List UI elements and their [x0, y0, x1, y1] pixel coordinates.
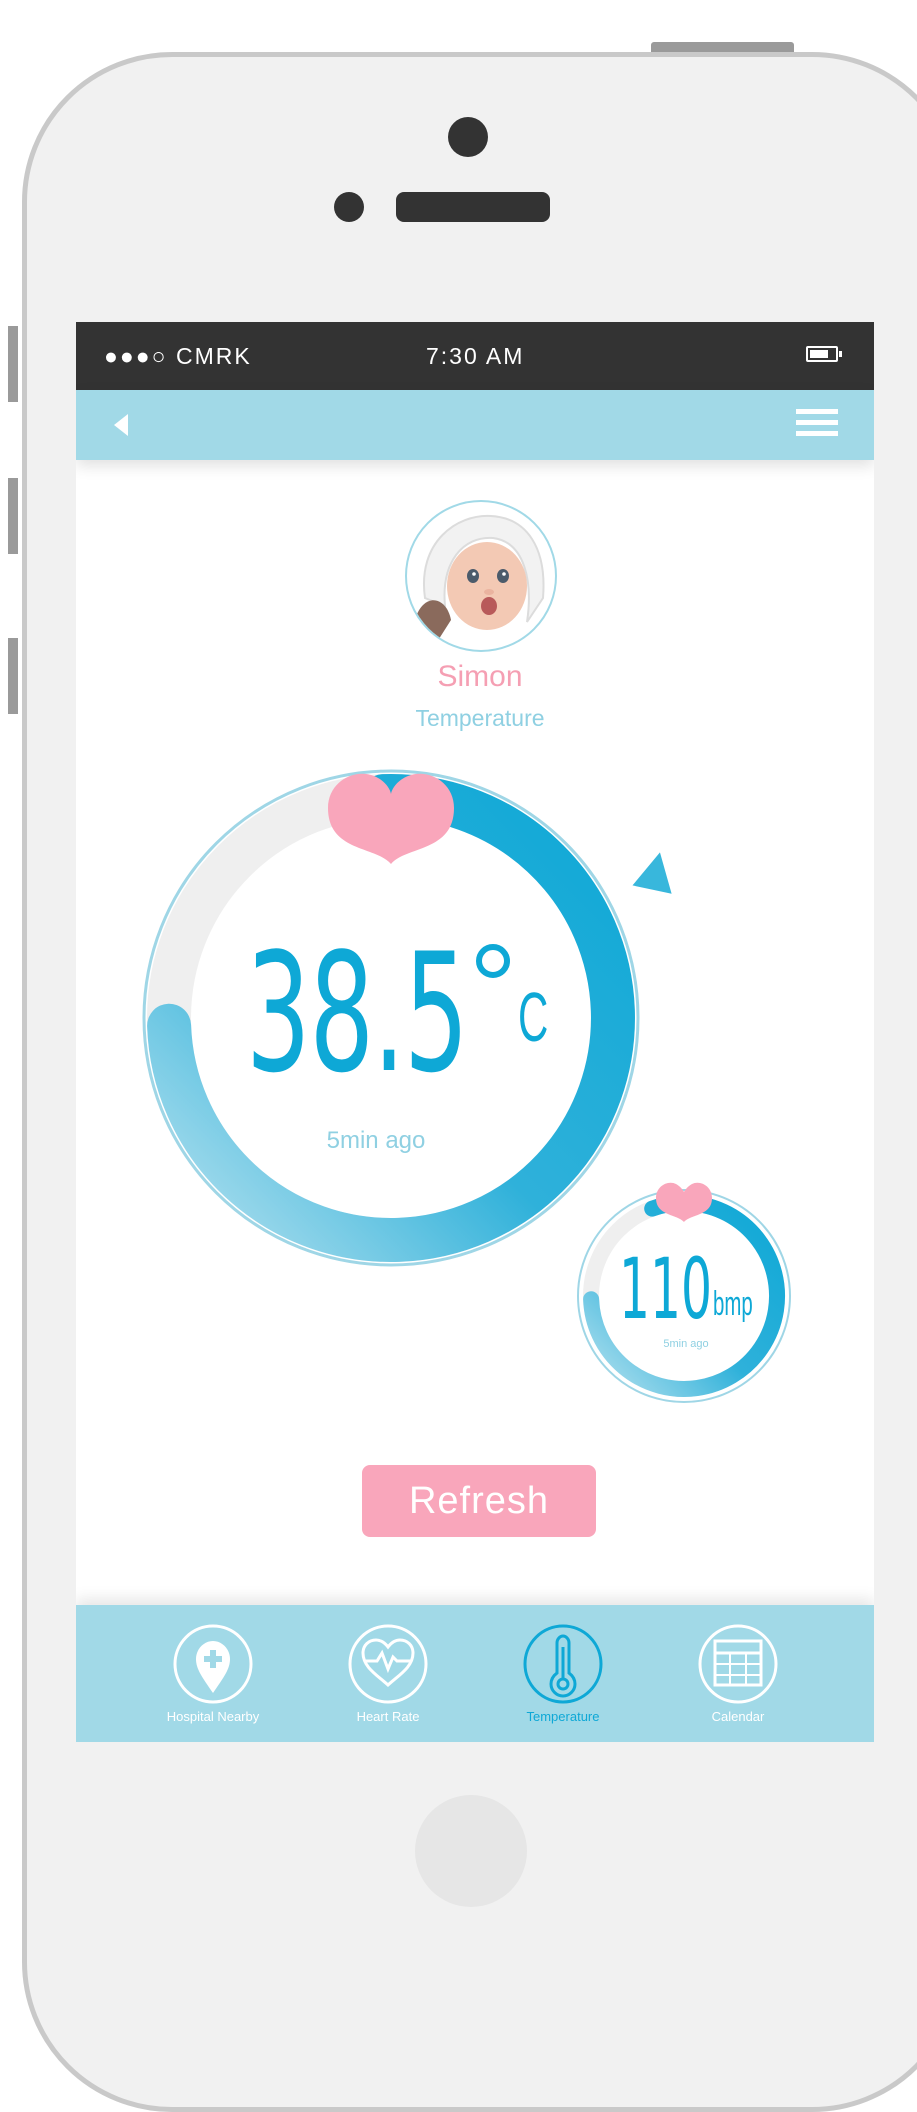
- degree-symbol: [476, 944, 510, 978]
- tab-calendar[interactable]: Calendar: [663, 1623, 813, 1724]
- home-button[interactable]: [415, 1795, 527, 1907]
- battery-icon: [806, 346, 842, 362]
- tab-heart-rate[interactable]: Heart Rate: [313, 1623, 463, 1724]
- proximity-sensor: [334, 192, 364, 222]
- bottom-tab-bar: Hospital Nearby Heart Rate Temperature C…: [76, 1605, 874, 1742]
- calendar-icon: [698, 1624, 778, 1704]
- tab-hospital-nearby[interactable]: Hospital Nearby: [138, 1623, 288, 1724]
- back-arrow-icon[interactable]: [106, 410, 136, 440]
- heart-rate-updated-time: 5min ago: [663, 1338, 709, 1350]
- refresh-button[interactable]: Refresh: [362, 1465, 596, 1537]
- tab-label: Hospital Nearby: [166, 1709, 260, 1724]
- device-top-button: [651, 42, 794, 52]
- baby-photo: [413, 508, 549, 644]
- avatar: [405, 500, 557, 652]
- hamburger-menu-icon[interactable]: [796, 404, 838, 444]
- status-time: 7:30 AM: [426, 343, 525, 369]
- hospital-location-icon: [173, 1624, 253, 1704]
- temperature-value: 38.5: [246, 918, 469, 1109]
- earpiece-speaker: [396, 192, 550, 222]
- tab-label: Calendar: [711, 1709, 765, 1724]
- tab-label: Heart Rate: [356, 1709, 420, 1724]
- device-side-button: [8, 638, 18, 714]
- thermometer-icon: [523, 1624, 603, 1704]
- temperature-unit: C: [518, 978, 549, 1056]
- profile-subtitle: Temperature: [415, 705, 545, 731]
- device-side-button: [8, 478, 18, 554]
- tab-label: Temperature: [526, 1709, 600, 1724]
- device-side-button: [8, 326, 18, 402]
- heart-rate-icon: [348, 1624, 428, 1704]
- app-screen: ●●●○ CMRK 7:30 AM Simon Temperature 38.5…: [76, 322, 874, 1742]
- decorative-triangle-icon: [632, 848, 680, 894]
- heart-rate-value: 110: [619, 1240, 712, 1338]
- heart-icon: [656, 1182, 712, 1222]
- status-bar: ●●●○ CMRK 7:30 AM: [76, 322, 874, 390]
- nav-bar: [76, 390, 874, 460]
- heart-rate-unit: bmp: [713, 1285, 753, 1323]
- tab-temperature[interactable]: Temperature: [488, 1623, 638, 1724]
- carrier-signal: ●●●○ CMRK: [104, 343, 252, 369]
- front-camera: [448, 117, 488, 157]
- profile-name: Simon: [437, 660, 523, 693]
- temperature-updated-time: 5min ago: [326, 1127, 426, 1154]
